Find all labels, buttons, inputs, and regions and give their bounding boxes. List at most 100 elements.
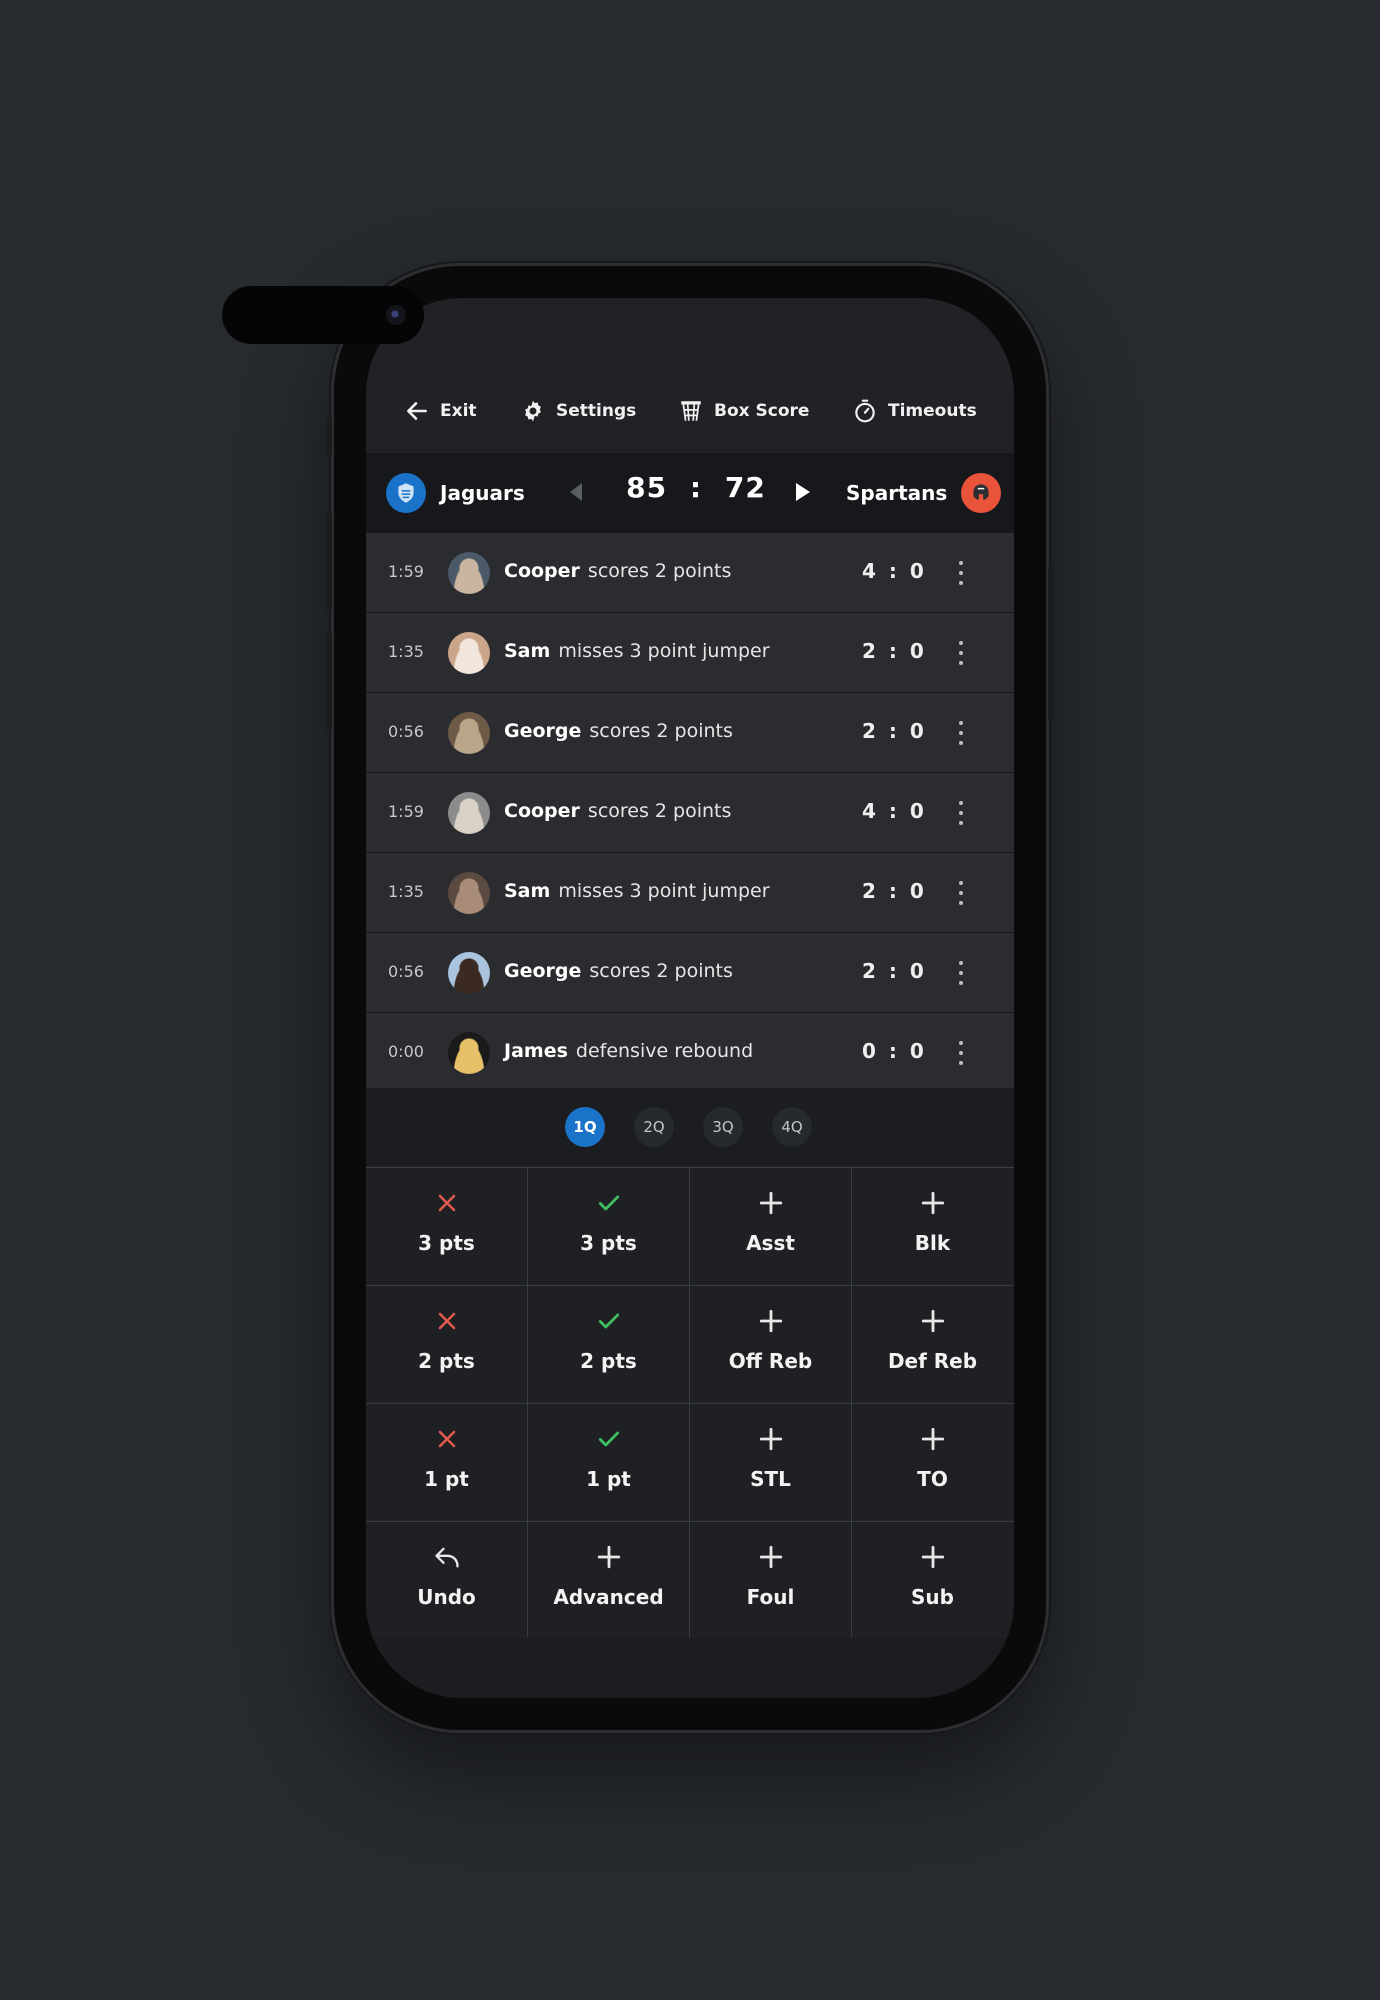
- button-label: 2 pts: [580, 1349, 637, 1373]
- feed-row[interactable]: 0:00 James defensive rebound 0:0: [366, 1013, 1014, 1093]
- button-label: Sub: [911, 1585, 954, 1609]
- event-action: scores 2 points: [589, 960, 733, 982]
- jaguars-logo: [386, 473, 426, 513]
- running-separator: :: [888, 719, 898, 743]
- previous-arrow-icon[interactable]: [570, 483, 582, 501]
- feed-row[interactable]: 1:35 Sam misses 3 point jumper 2:0: [366, 853, 1014, 933]
- score-separator: :: [689, 471, 703, 504]
- running-home: 2: [862, 719, 877, 743]
- tab-quarter-2[interactable]: 2Q: [634, 1107, 674, 1147]
- event-time: 0:56: [388, 962, 424, 981]
- plus-icon: [919, 1425, 947, 1453]
- off-reb-button[interactable]: Off Reb: [690, 1285, 851, 1402]
- def-reb-button[interactable]: Def Reb: [852, 1285, 1013, 1402]
- exit-button[interactable]: Exit: [404, 388, 477, 434]
- volume-down-button: [326, 631, 332, 731]
- more-options-icon[interactable]: [958, 881, 964, 905]
- event-time: 1:35: [388, 882, 424, 901]
- button-label: Def Reb: [887, 1349, 978, 1373]
- away-score: 72: [724, 471, 766, 504]
- away-team[interactable]: Spartans: [846, 473, 1002, 513]
- running-home: 0: [862, 1039, 877, 1063]
- volume-up-button: [326, 511, 332, 611]
- box-score-button[interactable]: Box Score: [678, 388, 809, 434]
- more-options-icon[interactable]: [958, 561, 964, 585]
- event-time: 1:59: [388, 802, 424, 821]
- more-options-icon[interactable]: [958, 721, 964, 745]
- settings-button[interactable]: Settings: [520, 388, 636, 434]
- advanced-button[interactable]: Advanced: [528, 1521, 689, 1638]
- plus-icon: [919, 1543, 947, 1571]
- event-time: 0:00: [388, 1042, 424, 1061]
- button-label: Blk: [914, 1231, 951, 1255]
- stopwatch-icon: [855, 399, 875, 423]
- make-1-pt-button[interactable]: 1 pt: [528, 1403, 689, 1520]
- quarter-selector: 1Q 2Q 3Q 4Q: [366, 1088, 1014, 1166]
- player-name: George: [504, 720, 582, 742]
- feed-row[interactable]: 1:59 Cooper scores 2 points 4:0: [366, 533, 1014, 613]
- sub-button[interactable]: Sub: [852, 1521, 1013, 1638]
- make-3-pts-button[interactable]: 3 pts: [528, 1167, 689, 1284]
- home-team-name: Jaguars: [440, 481, 525, 505]
- running-separator: :: [888, 959, 898, 983]
- asst-button[interactable]: Asst: [690, 1167, 851, 1284]
- foul-button[interactable]: Foul: [690, 1521, 851, 1638]
- home-team[interactable]: Jaguars: [386, 473, 525, 513]
- running-away: 0: [909, 959, 925, 983]
- timeouts-button[interactable]: Timeouts: [852, 388, 977, 434]
- stl-button[interactable]: STL: [690, 1403, 851, 1520]
- more-options-icon[interactable]: [958, 641, 964, 665]
- more-options-icon[interactable]: [958, 961, 964, 985]
- plus-icon: [595, 1543, 623, 1571]
- button-label: 2 pts: [418, 1349, 475, 1373]
- plus-icon: [757, 1425, 785, 1453]
- undo-button[interactable]: Undo: [366, 1521, 527, 1638]
- running-score: 2:0: [862, 879, 925, 903]
- miss-1-pt-button[interactable]: 1 pt: [366, 1403, 527, 1520]
- running-score: 4:0: [862, 799, 925, 823]
- more-options-icon[interactable]: [958, 1041, 964, 1065]
- running-home: 2: [862, 959, 877, 983]
- button-label: Advanced: [553, 1585, 664, 1609]
- miss-2-pts-button[interactable]: 2 pts: [366, 1285, 527, 1402]
- event-action: misses 3 point jumper: [558, 640, 770, 662]
- button-label: TO: [917, 1467, 948, 1491]
- player-avatar: [448, 552, 490, 594]
- miss-3-pts-button[interactable]: 3 pts: [366, 1167, 527, 1284]
- to-button[interactable]: TO: [852, 1403, 1013, 1520]
- feed-row[interactable]: 1:35 Sam misses 3 point jumper 2:0: [366, 613, 1014, 693]
- player-avatar: [448, 872, 490, 914]
- running-separator: :: [888, 879, 898, 903]
- running-away: 0: [909, 639, 925, 663]
- running-home: 2: [862, 879, 877, 903]
- spartans-logo: [961, 473, 1002, 513]
- plus-icon: [757, 1307, 785, 1335]
- player-avatar: [448, 952, 490, 994]
- event-time: 0:56: [388, 722, 424, 741]
- dynamic-island: [222, 286, 424, 344]
- feed-row[interactable]: 1:59 Cooper scores 2 points 4:0: [366, 773, 1014, 853]
- tab-quarter-4[interactable]: 4Q: [772, 1107, 812, 1147]
- event-time: 1:59: [388, 562, 424, 581]
- check-icon: [595, 1425, 623, 1453]
- tab-quarter-3[interactable]: 3Q: [703, 1107, 743, 1147]
- make-2-pts-button[interactable]: 2 pts: [528, 1285, 689, 1402]
- tab-quarter-1[interactable]: 1Q: [565, 1107, 605, 1147]
- player-avatar: [448, 712, 490, 754]
- x-icon: [433, 1307, 461, 1335]
- plus-icon: [919, 1189, 947, 1217]
- play-icon[interactable]: [796, 483, 810, 501]
- more-options-icon[interactable]: [958, 801, 964, 825]
- feed-row[interactable]: 0:56 George scores 2 points 2:0: [366, 933, 1014, 1013]
- blk-button[interactable]: Blk: [852, 1167, 1013, 1284]
- running-away: 0: [909, 559, 925, 583]
- running-separator: :: [888, 559, 898, 583]
- feed-row[interactable]: 0:56 George scores 2 points 2:0: [366, 693, 1014, 773]
- pad-divider: [366, 1285, 1014, 1286]
- running-score: 2:0: [862, 639, 925, 663]
- power-button: [1048, 566, 1054, 721]
- button-label: 1 pt: [586, 1467, 631, 1491]
- player-name: James: [504, 1040, 568, 1062]
- top-toolbar: Exit Settings Box Score Timeouts: [366, 388, 1014, 434]
- event-description: George scores 2 points: [504, 960, 733, 982]
